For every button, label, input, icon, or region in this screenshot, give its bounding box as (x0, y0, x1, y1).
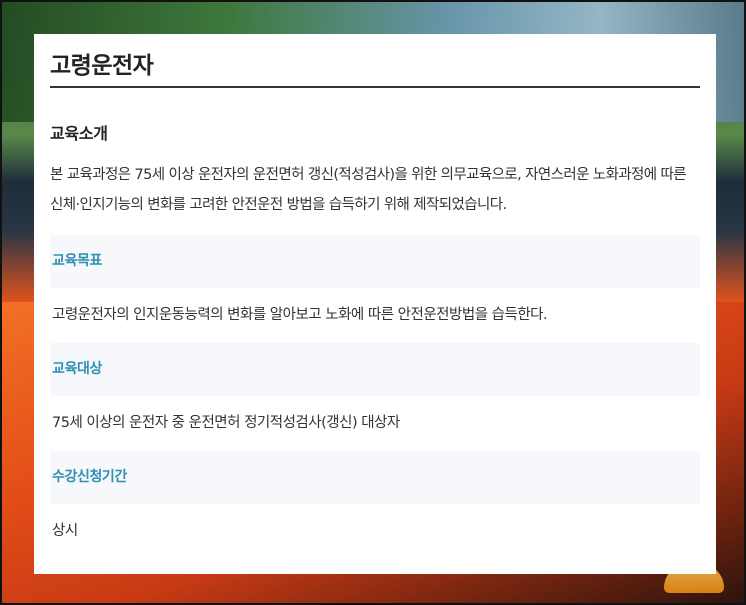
page-background: 고령운전자 교육소개 본 교육과정은 75세 이상 운전자의 운전면허 갱신(적… (0, 0, 746, 605)
info-value-period: 상시 (52, 523, 78, 539)
info-value-target: 75세 이상의 운전자 중 운전면허 정기적성검사(갱신) 대상자 (52, 415, 400, 431)
info-label-target: 교육대상 (50, 343, 700, 396)
content-panel: 고령운전자 교육소개 본 교육과정은 75세 이상 운전자의 운전면허 갱신(적… (34, 34, 716, 574)
page-title: 고령운전자 (50, 34, 700, 88)
info-label-goal: 교육목표 (50, 235, 700, 288)
intro-heading: 교육소개 (50, 124, 108, 143)
info-value-goal: 고령운전자의 인지운동능력의 변화를 알아보고 노화에 따른 안전운전방법을 습… (52, 307, 548, 323)
info-label-period: 수강신청기간 (50, 451, 700, 504)
intro-text: 본 교육과정은 75세 이상 운전자의 운전면허 갱신(적성검사)을 위한 의무… (50, 167, 687, 213)
